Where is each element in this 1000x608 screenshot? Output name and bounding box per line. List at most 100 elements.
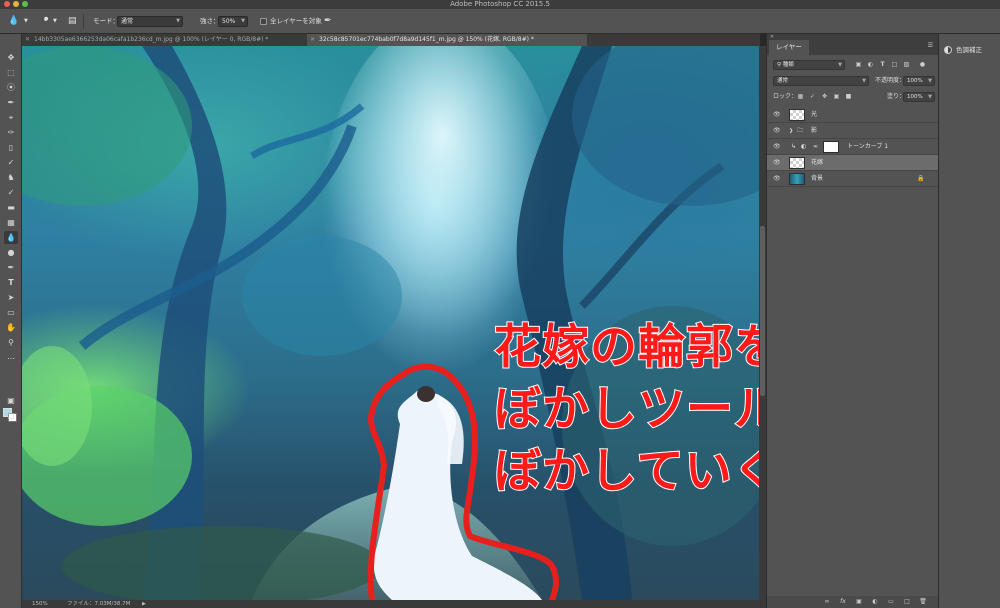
lock-all-icon[interactable]: ■	[845, 93, 852, 100]
title-bar: Adobe Photoshop CC 2015.5	[0, 0, 1000, 9]
filter-kind-select[interactable]: ⚲ 種類 ▼	[773, 60, 845, 70]
strength-input[interactable]: 50% ▼	[218, 16, 248, 27]
path-select-tool-icon[interactable]: ➤	[4, 291, 18, 304]
screen-mode-icon[interactable]: ▢	[4, 409, 18, 422]
layer-name[interactable]: 光	[811, 107, 817, 123]
tab-label: 14bb3305ae6366253da06cafa1b236cd_m.jpg @…	[34, 36, 269, 43]
link-layers-icon[interactable]: ∞	[823, 598, 831, 606]
type-tool-icon[interactable]: T	[4, 276, 18, 289]
visibility-eye-icon[interactable]: 👁	[773, 123, 781, 139]
close-icon[interactable]: ✕	[310, 34, 315, 46]
crop-tool-icon[interactable]: ⌖	[4, 111, 18, 124]
panel-close-icon[interactable]: ✕	[770, 34, 774, 40]
file-info[interactable]: ファイル：7.03M/38.7M	[67, 600, 130, 608]
quick-mask-icon[interactable]: ▣	[4, 394, 18, 407]
pen-tool-icon[interactable]: ✒	[4, 261, 18, 274]
hand-tool-icon[interactable]: ✋	[4, 321, 18, 334]
lock-artboard-icon[interactable]: ▣	[833, 93, 840, 100]
blur-tool-preset-icon[interactable]: 💧	[8, 9, 19, 34]
shape-tool-icon[interactable]: ▭	[4, 306, 18, 319]
layer-row-light[interactable]: 👁 光	[767, 107, 939, 123]
visibility-eye-icon[interactable]: 👁	[773, 107, 781, 123]
tab-document-1[interactable]: ✕ 14bb3305ae6366253da06cafa1b236cd_m.jpg…	[22, 34, 307, 46]
brush-picker-icon[interactable]: ▼	[53, 9, 57, 34]
brush-tool-icon[interactable]: ✓	[4, 156, 18, 169]
bride-head	[417, 386, 435, 402]
filter-adjustment-icon[interactable]: ◐	[867, 61, 874, 68]
layer-name[interactable]: トーンカーブ 1	[847, 139, 888, 155]
lasso-tool-icon[interactable]: ⦿	[4, 81, 18, 94]
layer-row-shadow-group[interactable]: 👁 ❯ 🗀 影	[767, 123, 939, 139]
close-icon[interactable]: ✕	[25, 34, 30, 46]
filter-type-icon[interactable]: T	[879, 61, 886, 68]
add-mask-icon[interactable]: ▣	[855, 598, 863, 606]
app-title: Adobe Photoshop CC 2015.5	[450, 0, 550, 8]
pressure-pen-icon[interactable]: ✒	[324, 9, 332, 34]
visibility-eye-icon[interactable]: 👁	[773, 139, 781, 155]
options-bar: 💧 ▼ 8 ● ▼ ▤ モード： 通常 ▼ 強さ： 50% ▼ 全レイヤーを対象…	[0, 9, 1000, 34]
history-brush-tool-icon[interactable]: ✓	[4, 186, 18, 199]
adjustments-icon	[944, 46, 952, 54]
strength-value: 50%	[222, 18, 236, 25]
adjustments-panel-button[interactable]: 色調補正	[944, 44, 982, 56]
expand-chevron-icon[interactable]: ❯	[789, 123, 793, 139]
opacity-label: 不透明度：	[875, 77, 906, 84]
preset-dropdown-icon[interactable]: ▼	[24, 9, 28, 34]
collapsed-panel-dock: 色調補正	[938, 34, 1000, 608]
layer-row-tone-curve[interactable]: 👁 ↳ ◐ ∞ トーンカーブ 1	[767, 139, 939, 155]
healing-brush-tool-icon[interactable]: ▯	[4, 141, 18, 154]
lock-position-icon[interactable]: ✥	[821, 93, 828, 100]
brush-panel-icon[interactable]: ▤	[68, 9, 77, 34]
blur-tool-icon[interactable]: 💧	[4, 231, 18, 244]
new-layer-icon[interactable]: □	[903, 598, 911, 606]
filter-pixel-icon[interactable]: ▣	[855, 61, 862, 68]
canvas-scrollbar[interactable]	[759, 46, 766, 608]
scrollbar-thumb[interactable]	[760, 226, 765, 396]
opacity-input[interactable]: 100% ▼	[903, 76, 935, 86]
fill-input[interactable]: 100% ▼	[903, 92, 935, 102]
mode-select[interactable]: 通常 ▼	[117, 16, 183, 27]
filter-shape-icon[interactable]: □	[891, 61, 898, 68]
panel-menu-icon[interactable]: ☰	[928, 42, 933, 49]
visibility-eye-icon[interactable]: 👁	[773, 171, 781, 187]
layer-name[interactable]: 背景	[811, 171, 823, 187]
sample-all-layers-checkbox[interactable]	[260, 18, 267, 25]
filter-toggle-icon[interactable]: ●	[919, 61, 926, 68]
filter-smart-object-icon[interactable]: ▧	[903, 61, 910, 68]
gradient-tool-icon[interactable]: ▦	[4, 216, 18, 229]
zoom-level[interactable]: 150%	[32, 600, 48, 608]
chevron-down-icon: ▼	[862, 78, 866, 84]
visibility-eye-icon[interactable]: 👁	[773, 155, 781, 171]
zoom-tool-icon[interactable]: ⚲	[4, 336, 18, 349]
layer-name[interactable]: 影	[811, 123, 817, 139]
foliage	[242, 236, 402, 356]
blend-mode-select[interactable]: 通常 ▼	[773, 76, 869, 86]
lock-icon: 🔒	[917, 175, 925, 182]
layer-row-background[interactable]: 👁 背景 🔒	[767, 171, 939, 187]
tab-document-2[interactable]: ✕ 32c58c85701ec774bab0f7d8a9d145f1_m.jpg…	[307, 34, 587, 46]
more-tools-icon[interactable]: ⋯	[4, 352, 18, 365]
document-canvas[interactable]: 花嫁の輪郭を ぼかしツールで ぼかしていく	[22, 46, 759, 600]
folder-icon: 🗀	[797, 127, 804, 134]
dodge-tool-icon[interactable]: ●	[4, 246, 18, 259]
move-tool-icon[interactable]: ✥	[4, 51, 18, 64]
layer-thumbnail	[789, 173, 805, 185]
layer-style-icon[interactable]: fx	[839, 598, 847, 606]
tab-layers[interactable]: レイヤー	[769, 40, 809, 55]
marquee-tool-icon[interactable]: ⬚	[4, 66, 18, 79]
new-group-icon[interactable]: ▭	[887, 598, 895, 606]
new-adjustment-layer-icon[interactable]: ◐	[871, 598, 879, 606]
layer-row-bride[interactable]: 👁 花嫁	[767, 155, 939, 171]
clone-stamp-tool-icon[interactable]: ♞	[4, 171, 18, 184]
delete-layer-icon[interactable]: 🗑	[919, 598, 927, 606]
quick-select-tool-icon[interactable]: ✒	[4, 96, 18, 109]
eraser-tool-icon[interactable]: ▬	[4, 201, 18, 214]
status-arrow-icon[interactable]: ▶	[142, 600, 146, 608]
blend-row: 通常 ▼ 不透明度： 100% ▼	[767, 74, 939, 88]
lock-pixels-icon[interactable]: ✓	[809, 93, 816, 100]
eyedropper-tool-icon[interactable]: ✑	[4, 126, 18, 139]
chevron-down-icon: ▼	[176, 18, 180, 24]
fill-value: 100%	[907, 94, 923, 100]
lock-transparent-icon[interactable]: ▦	[797, 93, 804, 100]
layer-name[interactable]: 花嫁	[811, 155, 823, 171]
